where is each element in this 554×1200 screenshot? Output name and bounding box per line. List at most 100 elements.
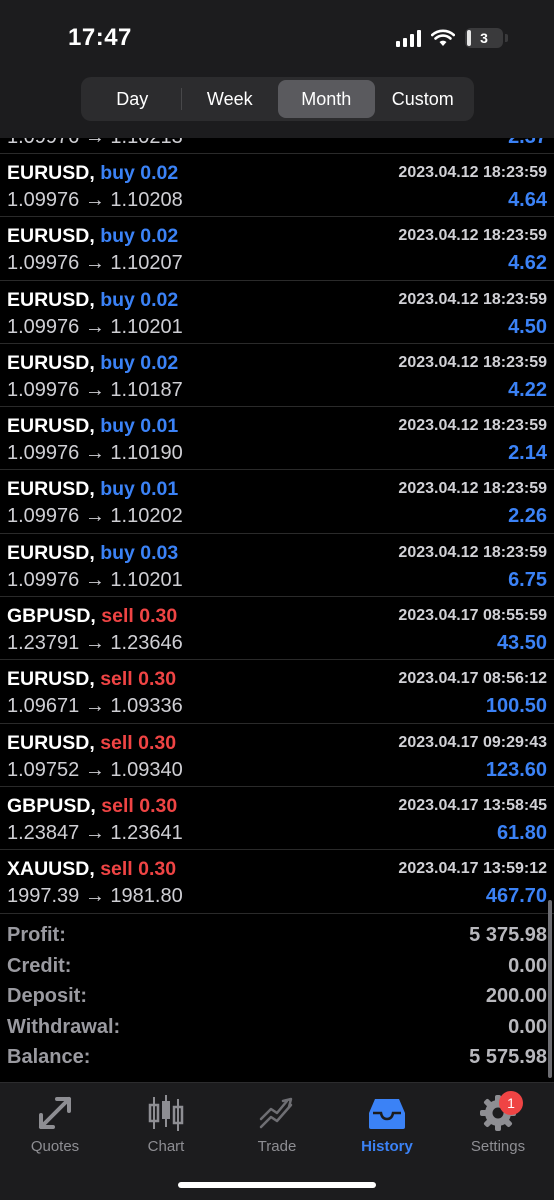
deal-time: 2023.04.17 08:56:12 bbox=[398, 670, 547, 688]
deal-row[interactable]: EURUSD, buy 0.01 2023.04.12 18:23:59 1.099… bbox=[0, 407, 554, 471]
deal-profit: 4.62 bbox=[508, 252, 547, 275]
tab-day[interactable]: Day bbox=[84, 80, 181, 118]
deal-symbol-name: EURUSD, bbox=[7, 351, 95, 374]
tab-custom[interactable]: Custom bbox=[375, 80, 472, 118]
summary-value: 5 575.98 bbox=[469, 1046, 547, 1068]
deal-symbol-name: XAUUSD, bbox=[7, 858, 95, 881]
deal-symbol-name: EURUSD, bbox=[7, 225, 95, 248]
deal-row[interactable]: EURUSD, buy 0.03 2023.04.12 18:23:59 1.099… bbox=[0, 534, 554, 598]
deal-volume: buy 0.02 bbox=[100, 225, 179, 248]
notification-badge: 1 bbox=[499, 1091, 523, 1115]
deal-row[interactable]: EURUSD, buy 0.02 2023.04.12 18:23:59 1.099… bbox=[0, 154, 554, 218]
deal-prices: 1.09976 → 1.10201 bbox=[7, 315, 183, 338]
deal-row[interactable]: GBPUSD, sell 0.30 2023.04.17 13:58:45 1.23… bbox=[0, 787, 554, 851]
deal-prices: 1.09976 → 1.10187 bbox=[7, 378, 183, 401]
deal-symbol-name: EURUSD, bbox=[7, 541, 95, 564]
chart-icon bbox=[148, 1095, 184, 1131]
tab-label: History bbox=[361, 1138, 413, 1155]
deal-symbol: EURUSD, sell 0.30 bbox=[7, 732, 176, 755]
deal-symbol-name: GBPUSD, bbox=[7, 794, 96, 817]
summary-profit: Profit: 5 375.98 bbox=[0, 924, 554, 955]
deal-row[interactable]: EURUSD, buy 0.02 2023.04.12 18:23:59 1.099… bbox=[0, 344, 554, 408]
tabbar-settings[interactable]: 1 Settings bbox=[443, 1091, 553, 1155]
summary-credit: Credit: 0.00 bbox=[0, 955, 554, 986]
deal-profit: 2.14 bbox=[508, 442, 547, 465]
quotes-icon bbox=[39, 1097, 71, 1129]
deal-profit: 123.60 bbox=[485, 758, 547, 781]
deal-prices: 1.09976 → 1.10201 bbox=[7, 568, 183, 591]
deal-row[interactable]: EURUSD, buy 0.02 2023.04.12 18:23:59 1.099… bbox=[0, 281, 554, 344]
status-time: 17:47 bbox=[68, 24, 132, 51]
deal-volume: buy 0.02 bbox=[100, 162, 179, 184]
deal-symbol-name: EURUSD, bbox=[7, 415, 95, 438]
summary-balance: Balance: 5 575.98 bbox=[0, 1046, 554, 1077]
summary: Profit: 5 375.98 Credit: 0.00 Deposit: 2… bbox=[0, 924, 554, 1077]
deal-volume: sell 0.30 bbox=[101, 605, 178, 628]
tabbar-chart[interactable]: Chart bbox=[111, 1091, 221, 1155]
tabbar-trade[interactable]: Trade bbox=[222, 1091, 332, 1155]
tab-label: Settings bbox=[470, 1138, 526, 1155]
deal-profit: 4.22 bbox=[508, 378, 547, 401]
deal-time: 2023.04.17 13:59:12 bbox=[398, 860, 547, 878]
deal-volume: sell 0.30 bbox=[101, 794, 178, 817]
deal-symbol: XAUUSD, sell 0.30 bbox=[7, 858, 176, 881]
deal-volume: sell 0.30 bbox=[100, 668, 177, 691]
deal-symbol-name: EURUSD, bbox=[7, 668, 95, 691]
deal-volume: buy 0.02 bbox=[100, 288, 179, 311]
tab-month[interactable]: Month bbox=[278, 80, 375, 118]
trade-icon bbox=[259, 1097, 293, 1129]
deal-time: 2023.04.17 13:58:45 bbox=[398, 796, 547, 814]
history-icon bbox=[369, 1099, 405, 1129]
deal-prices: 1997.39 → 1981.80 bbox=[7, 885, 183, 908]
deal-time: 2023.04.12 18:23:59 bbox=[398, 543, 547, 561]
deal-volume: buy 0.01 bbox=[100, 478, 179, 501]
deal-row[interactable]: GBPUSD, sell 0.30 2023.04.17 08:55:59 1.23… bbox=[0, 597, 554, 661]
deal-symbol: EURUSD, buy 0.02 bbox=[7, 225, 178, 248]
deal-prices: 1.23791 → 1.23646 bbox=[7, 632, 183, 655]
deal-prices: 1.09976 → 1.10202 bbox=[7, 505, 183, 528]
tabbar-quotes[interactable]: Quotes bbox=[0, 1091, 110, 1155]
deal-prices: 1.09976 → 1.10190 bbox=[7, 442, 183, 465]
deal-symbol: EURUSD, buy 0.01 bbox=[7, 415, 178, 438]
deal-row[interactable]: EURUSD, buy 0.01 2023.04.12 18:23:59 1.099… bbox=[0, 470, 554, 534]
summary-label: Credit: bbox=[7, 954, 72, 977]
deal-symbol: EURUSD, buy 0.02 bbox=[7, 162, 178, 185]
summary-value: 0.00 bbox=[508, 1015, 547, 1038]
battery-icon: 3 bbox=[465, 28, 503, 48]
deal-prices: 1.09976 → 1.10208 bbox=[7, 189, 183, 211]
summary-label: Withdrawal: bbox=[7, 1015, 121, 1038]
status-icons: 3 bbox=[396, 28, 508, 48]
tab-week[interactable]: Week bbox=[182, 80, 279, 118]
deal-prices: 1.09752 → 1.09340 bbox=[7, 758, 183, 781]
deal-symbol: EURUSD, buy 0.01 bbox=[7, 478, 178, 501]
wifi-icon bbox=[431, 29, 455, 46]
deal-row[interactable]: XAUUSD, sell 0.30 2023.04.17 13:59:12 1997… bbox=[0, 850, 554, 914]
deal-row[interactable]: EURUSD, sell 0.30 2023.04.17 08:56:12 1.09… bbox=[0, 660, 554, 724]
deals-list[interactable]: 1.09976 → 1.10213 2.37 EURUSD, buy 0.022… bbox=[0, 124, 554, 914]
deal-row[interactable]: EURUSD, buy 0.02 2023.04.12 18:23:59 1.099… bbox=[0, 217, 554, 281]
summary-value: 5 375.98 bbox=[469, 924, 547, 946]
summary-label: Balance: bbox=[7, 1046, 91, 1068]
tabbar-history[interactable]: History bbox=[332, 1091, 442, 1155]
deal-symbol: EURUSD, sell 0.30 bbox=[7, 668, 176, 691]
deal-symbol: EURUSD, buy 0.02 bbox=[7, 352, 178, 375]
period-selector: Day Week Month Custom bbox=[81, 77, 474, 121]
summary-deposit: Deposit: 200.00 bbox=[0, 985, 554, 1016]
deal-volume: buy 0.01 bbox=[100, 415, 179, 438]
home-indicator[interactable] bbox=[178, 1182, 376, 1188]
deal-profit: 61.80 bbox=[496, 821, 547, 844]
deal-row[interactable]: EURUSD, sell 0.30 2023.04.17 09:29:43 1.09… bbox=[0, 724, 554, 787]
deal-time: 2023.04.17 09:29:43 bbox=[398, 733, 547, 751]
deal-symbol-name: EURUSD, bbox=[7, 478, 95, 501]
deal-profit: 6.75 bbox=[508, 568, 547, 591]
header: 17:47 3 Day Week Month Custom bbox=[0, 0, 554, 138]
tab-label: Trade bbox=[257, 1138, 297, 1155]
battery-level-text: 3 bbox=[480, 30, 488, 46]
signal-icon bbox=[396, 29, 421, 47]
summary-label: Deposit: bbox=[7, 985, 87, 1007]
summary-value: 0.00 bbox=[508, 954, 547, 977]
summary-withdrawal: Withdrawal: 0.00 bbox=[0, 1016, 554, 1047]
tab-label: Chart bbox=[147, 1138, 185, 1155]
deal-volume: sell 0.30 bbox=[100, 858, 177, 881]
deal-prices: 1.23847 → 1.23641 bbox=[7, 821, 183, 844]
